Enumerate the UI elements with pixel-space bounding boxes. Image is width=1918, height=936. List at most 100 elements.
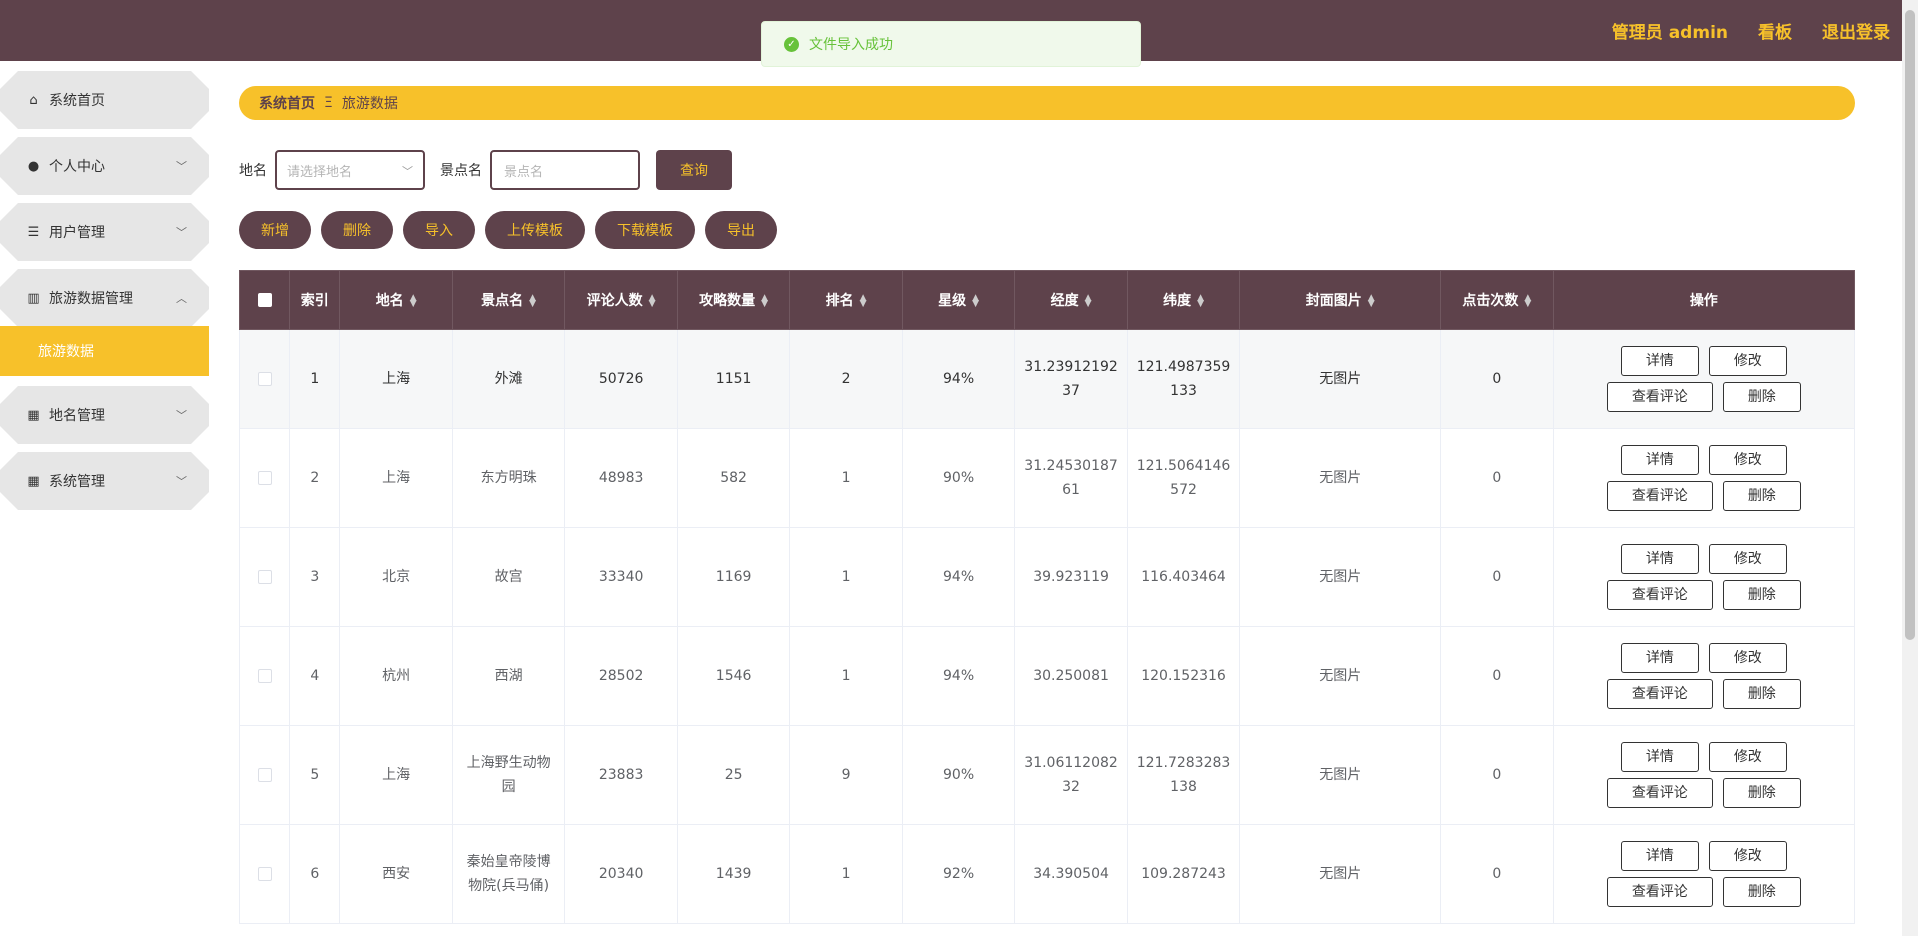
upload-template-button[interactable]: 上传模板: [485, 211, 585, 249]
export-button[interactable]: 导出: [705, 211, 777, 249]
sort-icon[interactable]: ▲ ▼: [1524, 294, 1531, 309]
row-checkbox[interactable]: [257, 570, 272, 584]
sidebar-item-users[interactable]: ☰ 用户管理 ﹀: [0, 203, 209, 261]
edit-button[interactable]: 修改: [1708, 742, 1787, 772]
dashboard-link[interactable]: 看板: [1758, 18, 1792, 43]
select-all-cell[interactable]: [238, 270, 291, 330]
query-button[interactable]: 查询: [656, 150, 732, 190]
sort-icon[interactable]: ▲ ▼: [410, 294, 417, 309]
vertical-scrollbar[interactable]: [1902, 0, 1918, 936]
cell-comments: 23883: [564, 725, 678, 825]
row-delete-button[interactable]: 删除: [1722, 580, 1801, 610]
sort-icon[interactable]: ▲ ▼: [1368, 294, 1375, 309]
cell-comments: 28502: [564, 626, 678, 726]
sort-icon[interactable]: ▲ ▼: [1197, 294, 1204, 309]
sidebar-subitem-travel-data[interactable]: 旅游数据: [0, 326, 209, 376]
sort-icon[interactable]: ▲ ▼: [529, 294, 536, 309]
sidebar-item-personal[interactable]: ● 个人中心 ﹀: [0, 137, 209, 195]
row-delete-button[interactable]: 删除: [1722, 382, 1801, 412]
spot-input[interactable]: 景点名: [490, 150, 640, 190]
add-button[interactable]: 新增: [239, 211, 311, 249]
column-header[interactable]: 攻略数量 ▲ ▼: [676, 270, 791, 330]
row-select-cell[interactable]: [238, 725, 291, 825]
column-header[interactable]: 排名 ▲ ▼: [789, 270, 903, 330]
row-select-cell[interactable]: [238, 329, 291, 429]
cell-rank: 9: [789, 725, 903, 825]
breadcrumb-home[interactable]: 系统首页: [259, 93, 315, 113]
view-comments-button[interactable]: 查看评论: [1606, 679, 1713, 709]
row-checkbox[interactable]: [257, 669, 272, 683]
cell-clicks: 0: [1440, 824, 1554, 924]
chevron-down-icon: ﹀: [176, 409, 187, 422]
logout-link[interactable]: 退出登录: [1822, 18, 1890, 43]
view-comments-button[interactable]: 查看评论: [1606, 481, 1713, 511]
sort-icon[interactable]: ▲ ▼: [860, 294, 867, 309]
row-checkbox[interactable]: [257, 768, 272, 782]
cell-stars: 90%: [901, 725, 1016, 825]
row-select-cell[interactable]: [238, 527, 291, 627]
cell-rank: 2: [789, 329, 903, 429]
view-comments-button[interactable]: 查看评论: [1606, 382, 1713, 412]
import-button[interactable]: 导入: [403, 211, 475, 249]
table-row: 3 北京 故宫 33340 1169 1 94% 39.923119 116.403464 无图片…: [238, 527, 1856, 627]
cell-lng: 30.250081: [1014, 626, 1128, 726]
column-header[interactable]: 地名 ▲ ▼: [339, 270, 453, 330]
column-header[interactable]: 景点名 ▲ ▼: [451, 270, 566, 330]
table-row: 5 上海 上海野生动物园 23883 25 9 90% 31.0611208232 121.72…: [238, 725, 1856, 825]
select-all-checkbox[interactable]: [257, 293, 272, 307]
cell-cover: 无图片: [1239, 824, 1442, 924]
edit-button[interactable]: 修改: [1708, 841, 1787, 871]
row-checkbox[interactable]: [257, 372, 272, 386]
column-header: 操作: [1552, 270, 1856, 330]
cell-lng: 31.2453018761: [1014, 428, 1128, 528]
detail-button[interactable]: 详情: [1620, 742, 1699, 772]
sort-icon[interactable]: ▲ ▼: [761, 294, 768, 309]
sort-icon[interactable]: ▲ ▼: [1085, 294, 1092, 309]
sidebar-item-system[interactable]: ▦ 系统管理 ﹀: [0, 452, 209, 510]
row-delete-button[interactable]: 删除: [1722, 679, 1801, 709]
sidebar-item-travel-data[interactable]: ▥ 旅游数据管理 ︿: [0, 269, 209, 327]
row-select-cell[interactable]: [238, 824, 291, 924]
sort-icon[interactable]: ▲ ▼: [649, 294, 656, 309]
column-header[interactable]: 星级 ▲ ▼: [901, 270, 1016, 330]
view-comments-button[interactable]: 查看评论: [1606, 778, 1713, 808]
download-template-button[interactable]: 下载模板: [595, 211, 695, 249]
row-checkbox[interactable]: [257, 867, 272, 881]
delete-button[interactable]: 删除: [321, 211, 393, 249]
detail-button[interactable]: 详情: [1620, 445, 1699, 475]
detail-button[interactable]: 详情: [1620, 841, 1699, 871]
cell-stars: 94%: [901, 626, 1016, 726]
edit-button[interactable]: 修改: [1708, 544, 1787, 574]
sidebar-item-places[interactable]: ▦ 地名管理 ﹀: [0, 386, 209, 444]
row-delete-button[interactable]: 删除: [1722, 778, 1801, 808]
row-select-cell[interactable]: [238, 428, 291, 528]
column-header[interactable]: 点击次数 ▲ ▼: [1440, 270, 1554, 330]
column-header[interactable]: 经度 ▲ ▼: [1014, 270, 1128, 330]
cell-guides: 1439: [676, 824, 791, 924]
breadcrumb-current: 旅游数据: [341, 96, 398, 112]
cell-lat: 116.403464: [1126, 527, 1241, 627]
sidebar-item-label: 系统管理: [49, 474, 105, 490]
view-comments-button[interactable]: 查看评论: [1606, 580, 1713, 610]
edit-button[interactable]: 修改: [1708, 445, 1787, 475]
row-ops-cell: 详情 修改查看评论 删除: [1552, 626, 1856, 726]
detail-button[interactable]: 详情: [1620, 544, 1699, 574]
column-header[interactable]: 纬度 ▲ ▼: [1126, 270, 1241, 330]
scrollbar-thumb[interactable]: [1905, 10, 1915, 640]
view-comments-button[interactable]: 查看评论: [1606, 877, 1713, 907]
row-delete-button[interactable]: 删除: [1722, 481, 1801, 511]
edit-button[interactable]: 修改: [1708, 346, 1787, 376]
admin-label[interactable]: 管理员 admin: [1612, 18, 1728, 43]
sort-icon[interactable]: ▲ ▼: [972, 294, 979, 309]
detail-button[interactable]: 详情: [1620, 643, 1699, 673]
edit-button[interactable]: 修改: [1708, 643, 1787, 673]
row-checkbox[interactable]: [257, 471, 272, 485]
table-row: 6 西安 秦始皇帝陵博物院(兵马俑) 20340 1439 1 92% 34.390504 10…: [238, 824, 1856, 924]
row-delete-button[interactable]: 删除: [1722, 877, 1801, 907]
sidebar-item-home[interactable]: ⌂ 系统首页: [0, 71, 209, 129]
column-header[interactable]: 封面图片 ▲ ▼: [1239, 270, 1442, 330]
place-select[interactable]: 请选择地名 ﹀: [275, 150, 425, 190]
detail-button[interactable]: 详情: [1620, 346, 1699, 376]
row-select-cell[interactable]: [238, 626, 291, 726]
column-header[interactable]: 评论人数 ▲ ▼: [564, 270, 678, 330]
